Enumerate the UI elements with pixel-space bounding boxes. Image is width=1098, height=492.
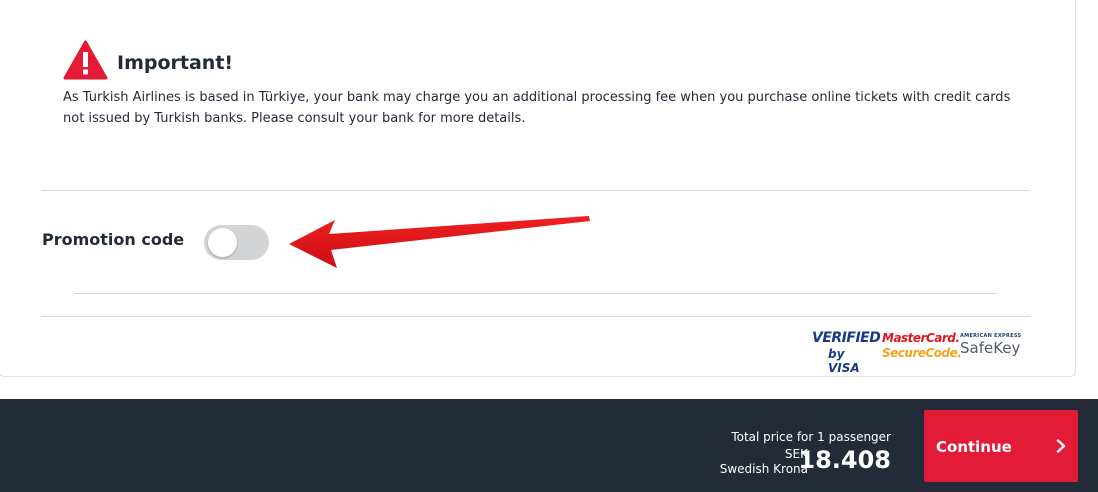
divider [74,293,997,294]
total-amount: 18.408 [798,446,891,474]
total-price-label: Total price for 1 passenger [731,430,891,444]
price-footer: Total price for 1 passenger SEK Swedish … [0,399,1098,492]
promotion-code-label: Promotion code [42,230,185,249]
continue-button[interactable]: Continue [924,410,1078,482]
promotion-code-toggle[interactable] [204,225,269,260]
visa-line1: VERIFIED [812,330,881,346]
divider [41,316,1030,317]
notice-body: As Turkish Airlines is based in Türkiye,… [63,90,1011,126]
amex-safekey-logo: AMERICAN EXPRESS SafeKey [960,328,1030,364]
visa-line2: by VISA [828,347,860,375]
currency-code: SEK [784,447,808,461]
mastercard-line2: SecureCode. [882,346,962,360]
mastercard-securecode-logo: MasterCard. SecureCode. [882,328,962,364]
verified-by-visa-logo: VERIFIED by VISA [812,328,881,375]
amex-line2: SafeKey [960,339,1021,357]
mastercard-line1: MasterCard. [882,331,960,345]
warning-triangle-icon [63,40,108,80]
currency: SEK Swedish Krona [720,447,808,477]
currency-name: Swedish Krona [719,462,808,476]
divider [41,190,1030,191]
notice-title: Important! [117,52,234,74]
chevron-right-icon [1056,439,1066,453]
red-arrow-icon [289,216,590,268]
toggle-knob [208,228,237,257]
continue-label: Continue [936,438,1012,456]
